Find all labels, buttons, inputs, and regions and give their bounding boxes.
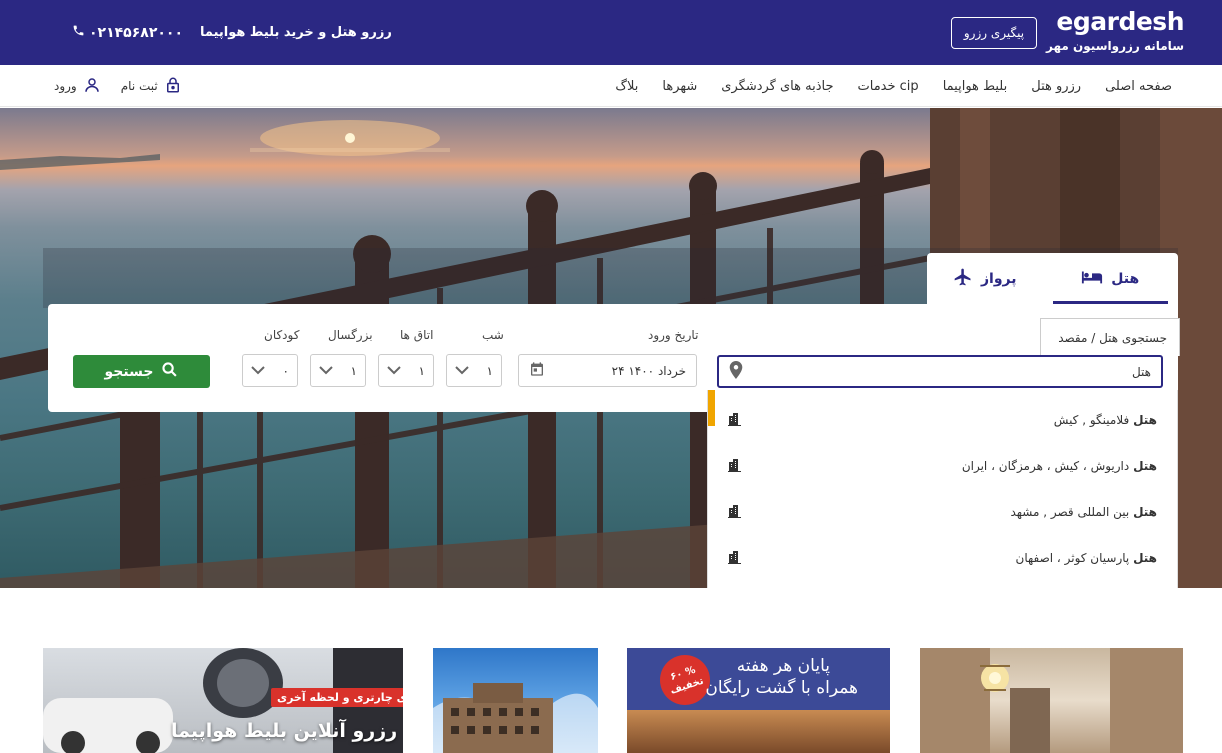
- promo-card-weekend[interactable]: ۶۰ % تخفیف پایان هر هفته همراه با گشت را…: [627, 648, 890, 753]
- adults-select[interactable]: ۱: [310, 354, 366, 387]
- destination-value: هتل: [1131, 364, 1151, 379]
- nav-item-home[interactable]: صفحه اصلی: [1105, 79, 1172, 94]
- top-header: egardesh سامانه رزرواسیون مهر پیگیری رزر…: [0, 0, 1222, 65]
- suggestion-text: پارسیان کوثر ، اصفهان: [1015, 551, 1130, 565]
- suggestion-text: داریوش ، کیش ، هرمزگان ، ایران: [961, 459, 1130, 473]
- chevron-down-icon: [319, 364, 333, 378]
- track-reservation-button[interactable]: پیگیری رزرو: [951, 17, 1037, 49]
- adults-value: ۱: [350, 363, 357, 378]
- suggestion-item[interactable]: هتل بین المللی قصر , مشهد: [728, 489, 1157, 535]
- suggestion-item[interactable]: هتل داریوش ، کیش ، هرمزگان ، ایران: [728, 443, 1157, 489]
- bed-icon: [1081, 269, 1103, 289]
- nav-item-cip[interactable]: خدمات cip: [858, 79, 919, 94]
- suggestion-text: بین المللی قصر , مشهد: [1010, 505, 1130, 519]
- nights-select[interactable]: ۱: [446, 354, 502, 387]
- nav-item-flight-ticket[interactable]: بلیط هواپیما: [943, 79, 1008, 94]
- tab-hotel-label: هتل: [1111, 270, 1140, 287]
- nav-item-cities[interactable]: شهرها: [662, 79, 697, 94]
- calendar-icon: [529, 361, 545, 380]
- search-icon: [161, 361, 178, 382]
- suggestion-prefix: هتل: [1133, 413, 1157, 427]
- logo-text: egardesh: [1056, 7, 1184, 36]
- nav-links: صفحه اصلی رزرو هتل بلیط هواپیما خدمات ci…: [615, 65, 1172, 107]
- main-navbar: صفحه اصلی رزرو هتل بلیط هواپیما خدمات ci…: [0, 65, 1222, 107]
- promo-hotel-building-image: [433, 683, 598, 753]
- logo-subtitle: سامانه رزرواسیون مهر: [1046, 39, 1184, 53]
- children-value: ۰: [282, 363, 289, 378]
- rooms-value: ۱: [418, 363, 425, 378]
- login-link[interactable]: ورود: [54, 76, 101, 97]
- checkin-value: ۲۴ خرداد ۱۴۰۰: [611, 363, 686, 378]
- suggestion-item[interactable]: هتل فلامینگو , کیش: [728, 397, 1157, 443]
- promo-weekend-line2: همراه با گشت رایگان: [705, 678, 858, 698]
- destination-suggestions: هتل فلامینگو , کیش هتل داریوش ، کیش ، هر…: [707, 390, 1178, 588]
- register-link[interactable]: ثبت نام: [121, 76, 182, 97]
- adults-label: بزرگسال: [328, 328, 373, 342]
- chevron-down-icon: [455, 364, 469, 378]
- checkin-date-field[interactable]: ۲۴ خرداد ۱۴۰۰: [518, 354, 697, 387]
- promo-weekend-image: [627, 710, 890, 753]
- hotel-building-icon: [728, 458, 742, 475]
- search-tabs: هتل پرواز: [927, 253, 1178, 304]
- nav-item-attractions[interactable]: جاذبه های گردشگری: [721, 79, 833, 94]
- login-label: ورود: [54, 79, 77, 93]
- register-label: ثبت نام: [120, 79, 158, 93]
- chevron-down-icon: [387, 364, 401, 378]
- children-label: کودکان: [264, 328, 300, 342]
- hotel-building-icon: [728, 412, 742, 429]
- suggestion-prefix: هتل: [1133, 505, 1157, 519]
- nav-item-blog[interactable]: بلاگ: [615, 79, 638, 94]
- phone-number: ۰۲۱۴۵۶۸۲۰۰۰: [89, 24, 183, 41]
- lock-icon: [164, 76, 182, 97]
- promo-weekend-line1: پایان هر هفته: [736, 656, 830, 676]
- header-slogan: رزرو هتل و خرید بلیط هواپیما: [200, 25, 392, 40]
- destination-input[interactable]: هتل: [717, 355, 1163, 388]
- hotel-building-icon: [728, 550, 742, 567]
- suggestion-prefix: هتل: [1133, 551, 1157, 565]
- auth-links: ورود ثبت نام: [54, 65, 182, 107]
- nav-item-hotel-booking[interactable]: رزرو هتل: [1031, 79, 1081, 94]
- suggestion-prefix: هتل: [1133, 459, 1157, 473]
- suggestion-item[interactable]: هتل پارسیان کوثر ، اصفهان: [728, 535, 1157, 581]
- tab-flight-label: پرواز: [980, 270, 1017, 287]
- promo-card-flights[interactable]: نرخهای چارتری و لحظه آخری رزرو آنلاین بل…: [43, 648, 403, 753]
- search-button-label: جستجو: [104, 363, 154, 380]
- promo-card-hotel-building[interactable]: [433, 648, 598, 753]
- tab-hotel[interactable]: هتل: [1052, 253, 1169, 304]
- destination-label: جستجوی هتل / مقصد: [1040, 318, 1180, 356]
- hotel-building-icon: [728, 504, 742, 521]
- header-phone[interactable]: ۰۲۱۴۵۶۸۲۰۰۰: [72, 24, 183, 41]
- search-button[interactable]: جستجو: [73, 355, 210, 388]
- checkin-label: تاریخ ورود: [648, 328, 699, 342]
- promo-hotel-room-image: [920, 648, 1183, 753]
- chevron-down-icon: [251, 364, 265, 378]
- promo-card-hotel-room[interactable]: [920, 648, 1183, 753]
- promo-flights-tag: نرخهای چارتری و لحظه آخری: [271, 688, 403, 707]
- children-select[interactable]: ۰: [242, 354, 298, 387]
- promo-flights-title: رزرو آنلاین بلیط هواپیما: [171, 720, 398, 742]
- logo[interactable]: egardesh سامانه رزرواسیون مهر: [1046, 8, 1184, 54]
- dropdown-scrollbar[interactable]: [708, 390, 715, 426]
- rooms-select[interactable]: ۱: [378, 354, 434, 387]
- user-icon: [83, 76, 101, 97]
- rooms-label: اتاق ها: [400, 328, 434, 342]
- map-pin-icon: [729, 360, 743, 383]
- nights-value: ۱: [486, 363, 493, 378]
- tab-flight[interactable]: پرواز: [927, 253, 1043, 304]
- suggestion-text: فلامینگو , کیش: [1053, 413, 1130, 427]
- airplane-icon: [953, 267, 973, 291]
- nights-label: شب: [482, 328, 504, 342]
- phone-icon: [72, 24, 85, 41]
